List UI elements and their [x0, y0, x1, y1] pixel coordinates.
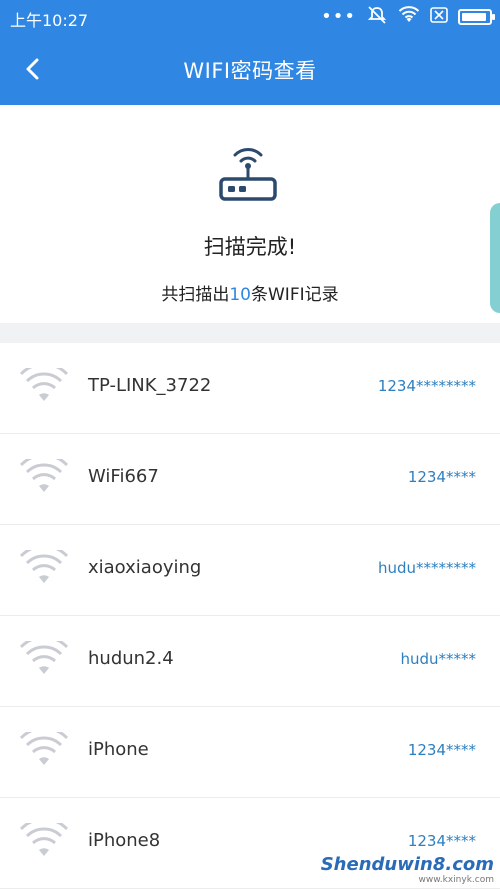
scan-count-text: 共扫描出10条WIFI记录 [0, 280, 500, 305]
page-title: WIFI密码查看 [183, 59, 317, 83]
section-divider [0, 323, 500, 343]
network-list: TP-LINK_3722 1234******** WiFi667 1234**… [0, 343, 500, 889]
scan-complete-title: 扫描完成! [203, 235, 297, 259]
wifi-signal-icon [20, 459, 68, 492]
more-dots-icon: ••• [321, 6, 356, 27]
network-password: 1234**** [407, 468, 476, 486]
mute-icon [366, 5, 388, 29]
watermark-text: Shenduwin8.com [320, 854, 494, 875]
network-password: 1234**** [407, 832, 476, 850]
status-icons: ••• [321, 5, 495, 29]
network-row[interactable]: iPhone 1234**** [0, 707, 500, 798]
network-password: 1234**** [407, 741, 476, 759]
count-suffix: 条WIFI记录 [251, 285, 339, 305]
count-value: 10 [229, 285, 251, 305]
wifi-signal-icon [20, 732, 68, 765]
router-icon [219, 148, 277, 201]
wifi-signal-icon [20, 641, 68, 674]
nav-bar: WIFI密码查看 [0, 33, 500, 105]
watermark: Shenduwin8.com www.kxinyk.com [321, 854, 494, 885]
network-password: hudu***** [400, 650, 476, 668]
battery-icon [458, 9, 495, 25]
wifi-signal-icon [20, 550, 68, 583]
network-row[interactable]: xiaoxiaoying hudu******** [0, 525, 500, 616]
network-ssid: iPhone8 [88, 830, 161, 851]
wifi-signal-icon [20, 368, 68, 401]
network-password: 1234******** [377, 377, 476, 395]
close-box-icon [430, 7, 448, 27]
wifi-signal-icon [20, 823, 68, 856]
scan-summary: 扫描完成! 共扫描出10条WIFI记录 [0, 105, 500, 323]
status-bar: 上午10:27 ••• [0, 0, 500, 33]
network-ssid: TP-LINK_3722 [88, 375, 212, 396]
network-row[interactable]: TP-LINK_3722 1234******** [0, 343, 500, 434]
network-password: hudu******** [377, 559, 476, 577]
count-prefix: 共扫描出 [161, 285, 230, 305]
wifi-icon [398, 6, 420, 28]
network-row[interactable]: hudun2.4 hudu***** [0, 616, 500, 707]
status-time: 上午10:27 [10, 11, 89, 30]
network-ssid: hudun2.4 [88, 648, 174, 669]
scroll-indicator[interactable] [490, 203, 500, 313]
network-row[interactable]: WiFi667 1234**** [0, 434, 500, 525]
network-ssid: WiFi667 [88, 466, 159, 487]
watermark-sub: www.kxinyk.com [418, 875, 494, 885]
network-ssid: xiaoxiaoying [88, 557, 202, 578]
network-ssid: iPhone [88, 739, 149, 760]
